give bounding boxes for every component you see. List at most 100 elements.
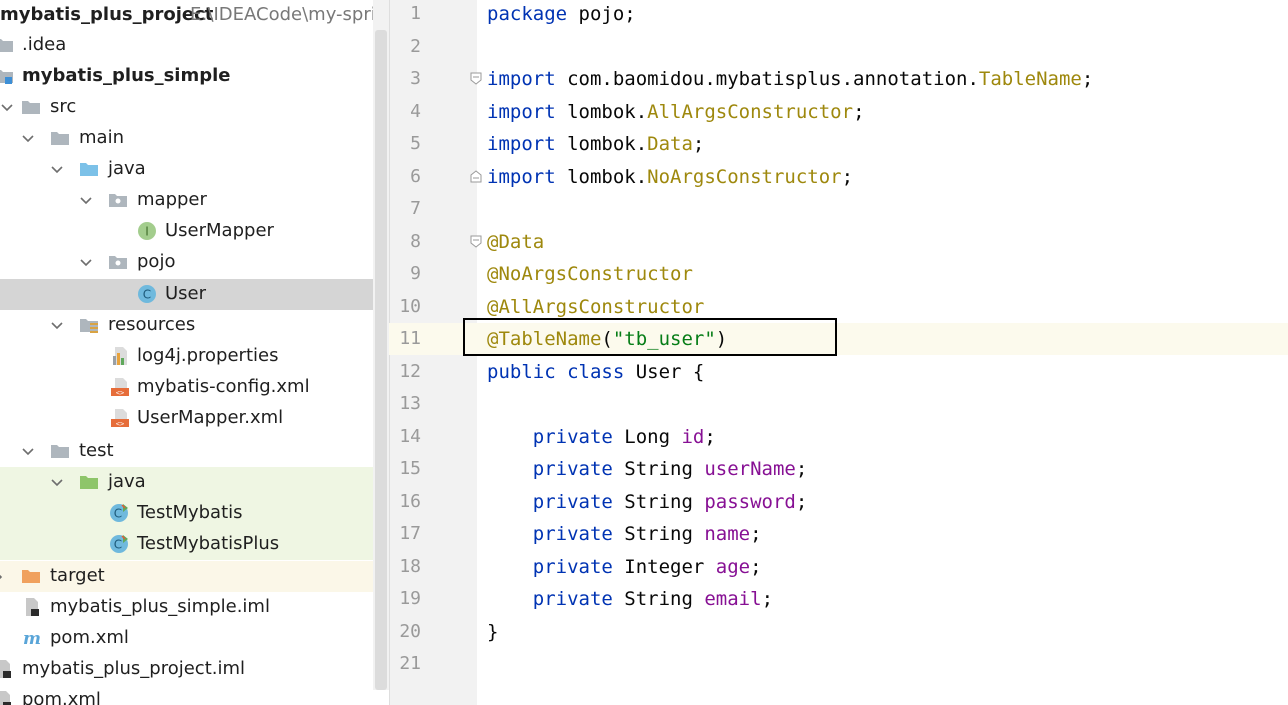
scrollbar-thumb[interactable] bbox=[375, 30, 387, 690]
tree-item-label: UserMapper bbox=[165, 220, 274, 241]
line-number: 15 bbox=[399, 458, 421, 479]
svg-text:C: C bbox=[114, 507, 122, 521]
code-token: ; bbox=[692, 133, 705, 155]
chevron-down-icon[interactable] bbox=[48, 474, 66, 492]
class-icon: C bbox=[138, 285, 156, 303]
tree-item-testmybatisplus[interactable]: C TestMybatisPlus bbox=[0, 529, 389, 560]
tree-item-target[interactable]: target bbox=[0, 561, 389, 592]
code-token: ; bbox=[704, 426, 716, 448]
iml-file-icon bbox=[26, 598, 39, 616]
line-number: 9 bbox=[410, 263, 421, 284]
tree-item-label: TestMybatis bbox=[137, 502, 243, 523]
tree-item-root-pom-xml[interactable]: pom.xml bbox=[0, 685, 389, 705]
line-number: 16 bbox=[399, 491, 421, 512]
svg-text:I: I bbox=[145, 225, 149, 239]
code-token: @NoArgsConstructor bbox=[487, 263, 693, 285]
code-token: private bbox=[532, 426, 613, 448]
tree-item-label: mapper bbox=[137, 189, 207, 210]
tree-item-label: java bbox=[108, 158, 146, 179]
code-token: ; bbox=[841, 166, 854, 188]
code-token: private bbox=[532, 491, 613, 513]
chevron-right-icon[interactable] bbox=[0, 568, 8, 586]
code-token: String bbox=[612, 588, 705, 610]
tree-item-mybatis-plus-simple-iml[interactable]: mybatis_plus_simple.iml bbox=[0, 592, 389, 623]
code-token: import bbox=[487, 166, 556, 188]
line-number: 13 bbox=[399, 393, 421, 414]
tree-item-mapper[interactable]: mapper bbox=[0, 185, 389, 216]
code-line-8: @Data bbox=[487, 226, 544, 258]
code-token: password bbox=[704, 491, 796, 513]
tree-item-mybatis-plus-project-iml[interactable]: mybatis_plus_project.iml bbox=[0, 654, 389, 685]
tree-item-user[interactable]: C User bbox=[0, 279, 389, 310]
code-token: lombok. bbox=[555, 133, 648, 155]
code-token: lombok. bbox=[555, 166, 648, 188]
code-token: private bbox=[532, 588, 613, 610]
tree-item-mybatis-plus-project[interactable]: mybatis_plus_project E:\IDEACode\my-spri… bbox=[0, 0, 389, 31]
tree-item-test-java[interactable]: java bbox=[0, 467, 389, 498]
test-class-icon: C bbox=[110, 535, 128, 553]
tree-item-java[interactable]: java bbox=[0, 154, 389, 185]
code-line-17: private String name; bbox=[487, 518, 762, 550]
line-number: 18 bbox=[399, 556, 421, 577]
chevron-down-icon[interactable] bbox=[77, 192, 95, 210]
tree-item-label: mybatis_plus_project bbox=[0, 4, 214, 25]
tree-item-label: pom.xml bbox=[50, 627, 129, 648]
tree-item-pojo[interactable]: pojo bbox=[0, 247, 389, 278]
test-class-icon: C bbox=[110, 504, 128, 522]
tree-item-usermapper-xml[interactable]: <> UserMapper.xml bbox=[0, 403, 389, 434]
code-token: name bbox=[704, 523, 751, 545]
code-token: package bbox=[487, 3, 568, 25]
tree-item-usermapper[interactable]: I UserMapper bbox=[0, 216, 389, 247]
code-token: ; bbox=[795, 458, 808, 480]
chevron-down-icon[interactable] bbox=[0, 99, 16, 117]
tree-item-label: test bbox=[79, 440, 114, 461]
tree-item-testmybatis[interactable]: C TestMybatis bbox=[0, 498, 389, 529]
code-token: email bbox=[704, 588, 762, 610]
line-number: 11 bbox=[399, 328, 421, 349]
fold-marker-icon[interactable] bbox=[470, 235, 482, 248]
svg-text:<>: <> bbox=[116, 420, 124, 428]
code-line-18: private Integer age; bbox=[487, 551, 762, 583]
code-token: ; bbox=[750, 523, 762, 545]
fold-marker-icon[interactable] bbox=[470, 72, 482, 85]
line-number: 10 bbox=[399, 296, 421, 317]
tree-item-log4j-properties[interactable]: log4j.properties bbox=[0, 341, 389, 372]
chevron-down-icon[interactable] bbox=[19, 443, 37, 461]
fold-marker-icon[interactable] bbox=[470, 170, 482, 183]
tree-item-label: mybatis_plus_simple.iml bbox=[50, 596, 270, 617]
tree-scrollbar[interactable] bbox=[373, 0, 389, 690]
tree-item-main[interactable]: main bbox=[0, 123, 389, 154]
tree-item-mybatis-plus-simple[interactable]: mybatis_plus_simple bbox=[0, 61, 389, 92]
code-line-12: public class User { bbox=[487, 356, 704, 388]
tree-item-test[interactable]: test bbox=[0, 436, 389, 467]
code-token: com.baomidou.mybatisplus.annotation. bbox=[555, 68, 979, 90]
chevron-down-icon[interactable] bbox=[48, 161, 66, 179]
line-number: 19 bbox=[399, 588, 421, 609]
properties-file-icon bbox=[113, 347, 127, 365]
tree-item-idea[interactable]: .idea bbox=[0, 30, 389, 61]
code-line-6: import lombok.NoArgsConstructor; bbox=[487, 161, 853, 193]
line-number: 5 bbox=[410, 133, 421, 154]
tree-item-resources[interactable]: resources bbox=[0, 310, 389, 341]
line-number: 8 bbox=[410, 231, 421, 252]
chevron-down-icon[interactable] bbox=[77, 254, 95, 272]
tree-item-label: TestMybatisPlus bbox=[137, 533, 280, 554]
code-token: pojo; bbox=[567, 3, 636, 25]
tree-item-mybatis-config-xml[interactable]: <> mybatis-config.xml bbox=[0, 372, 389, 403]
code-token: Long bbox=[612, 426, 682, 448]
chevron-down-icon[interactable] bbox=[19, 130, 37, 148]
tree-item-label: src bbox=[50, 96, 77, 117]
tree-item-pom-xml[interactable]: m pom.xml bbox=[0, 623, 389, 654]
line-number: 14 bbox=[399, 426, 421, 447]
tree-item-label: .idea bbox=[22, 34, 67, 55]
code-line-15: private String userName; bbox=[487, 453, 808, 485]
tree-item-label: mybatis_plus_project.iml bbox=[22, 658, 246, 679]
line-number: 3 bbox=[410, 68, 421, 89]
svg-text:C: C bbox=[143, 288, 151, 302]
tree-item-src[interactable]: src bbox=[0, 92, 389, 123]
code-token: private bbox=[532, 556, 613, 578]
folder-icon bbox=[51, 445, 69, 458]
chevron-down-icon[interactable] bbox=[48, 317, 66, 335]
